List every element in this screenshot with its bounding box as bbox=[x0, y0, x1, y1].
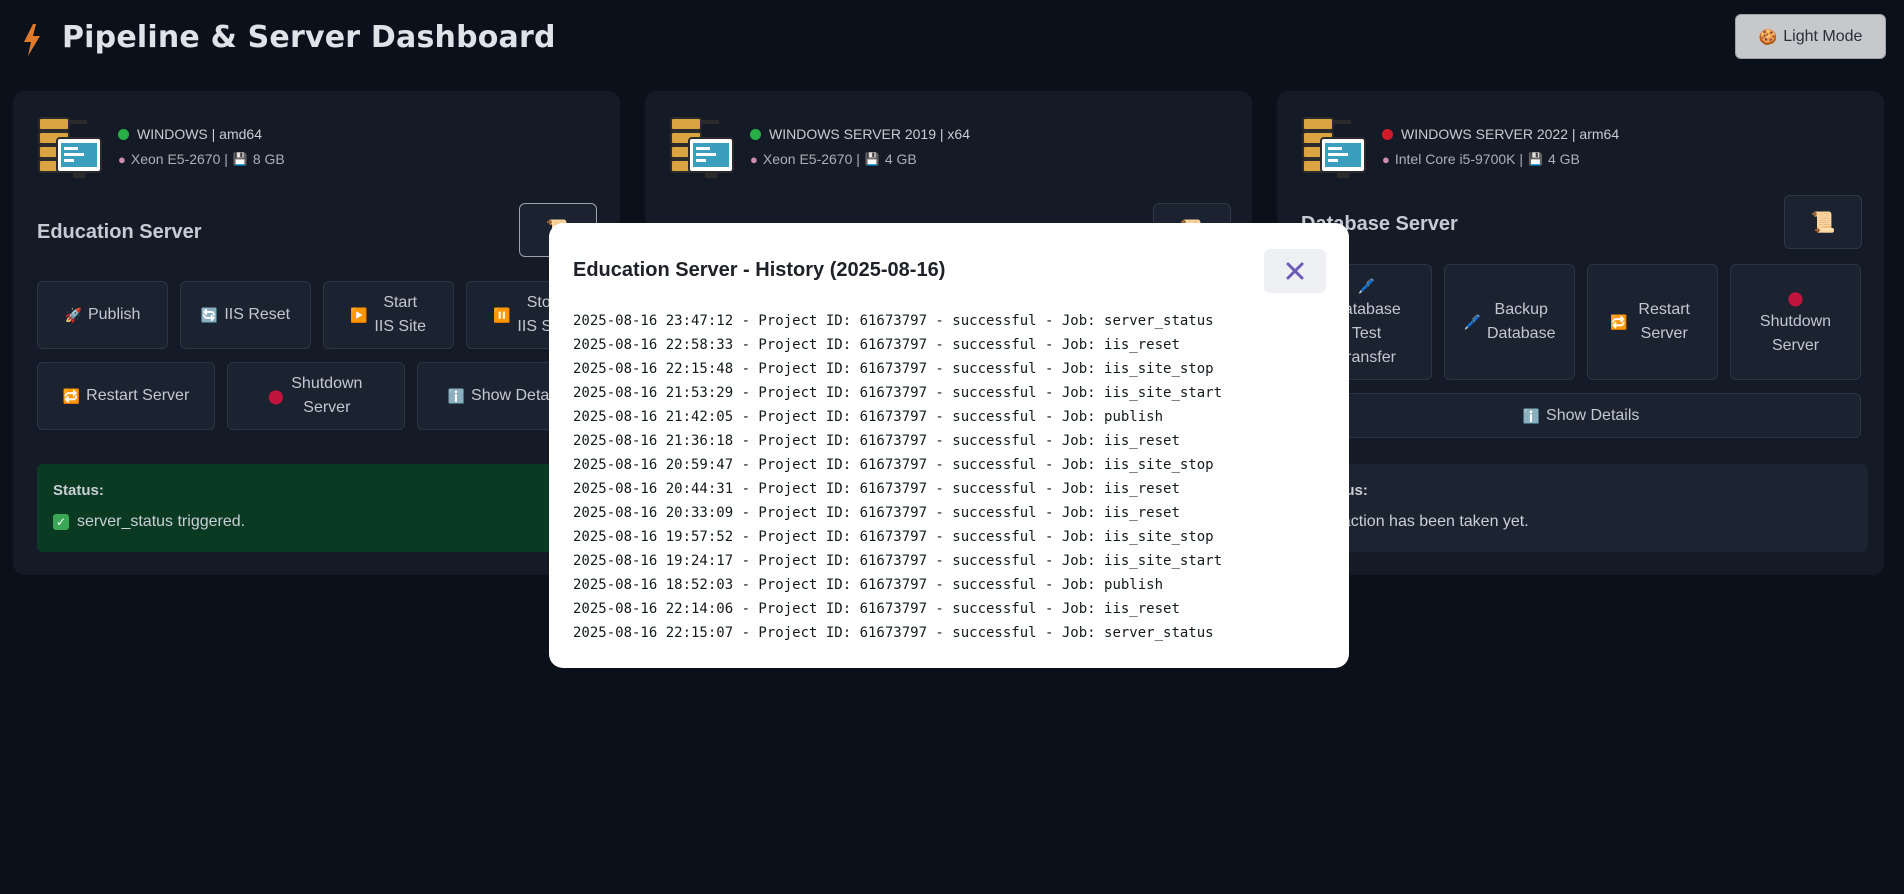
shutdown-server-label: Shutdown Server bbox=[291, 375, 363, 416]
show-details-label: Show Details bbox=[1546, 406, 1640, 424]
red-circle-icon: ⬤ bbox=[268, 388, 284, 404]
rocket-icon: 🚀 bbox=[64, 307, 82, 323]
light-mode-label: Light Mode bbox=[1783, 27, 1863, 45]
floppy-disk-icon: 💾 bbox=[864, 152, 880, 166]
history-entry: 2025-08-16 20:33:09 - Project ID: 616737… bbox=[573, 505, 1180, 521]
pen-icon: 🖊️ bbox=[1463, 314, 1481, 330]
close-icon bbox=[1286, 262, 1304, 280]
restart-icon: 🔁 bbox=[1610, 314, 1628, 330]
server-icon bbox=[1302, 117, 1366, 178]
server-icon bbox=[670, 117, 734, 178]
offline-status-dot bbox=[1382, 128, 1393, 140]
history-entry: 2025-08-16 20:44:31 - Project ID: 616737… bbox=[573, 481, 1180, 497]
publish-button[interactable]: 🚀 Publish bbox=[37, 281, 168, 349]
close-button[interactable] bbox=[1264, 249, 1326, 293]
restart-icon: 🔁 bbox=[62, 388, 81, 404]
shutdown-server-label: Shutdown Server bbox=[1759, 313, 1832, 354]
restart-server-label: Restart Server bbox=[86, 387, 190, 404]
status-panel: Status: ✓ server_status triggered. bbox=[37, 464, 604, 552]
history-button[interactable]: 📜 bbox=[1784, 195, 1862, 249]
history-entry: 2025-08-16 18:52:03 - Project ID: 616737… bbox=[573, 577, 1164, 593]
floppy-disk-icon: 💾 bbox=[232, 152, 248, 166]
hardware-info: ● Intel Core i5-9700K | 💾 4 GB bbox=[1382, 151, 1580, 167]
hardware-info: ● Xeon E5-2670 | 💾 4 GB bbox=[750, 151, 917, 167]
online-status-dot bbox=[118, 128, 129, 140]
show-details-button[interactable]: ℹ️ Show Details bbox=[1301, 393, 1861, 438]
history-log: 2025-08-16 23:47:12 - Project ID: 616737… bbox=[573, 309, 1333, 645]
history-modal: Education Server - History (2025-08-16) … bbox=[549, 223, 1349, 668]
checkmark-icon: ✓ bbox=[53, 514, 69, 530]
scroll-icon: 📜 bbox=[1810, 211, 1836, 234]
ram-label: 4 GB bbox=[884, 151, 917, 167]
restart-server-button[interactable]: 🔁 Restart Server bbox=[1587, 264, 1718, 380]
cpu-label: Xeon E5-2670 | bbox=[130, 151, 228, 167]
history-entry: 2025-08-16 21:42:05 - Project ID: 616737… bbox=[573, 409, 1164, 425]
status-panel: Status: No action has been taken yet. bbox=[1301, 464, 1868, 552]
backup-database-label: Backup Database bbox=[1486, 301, 1556, 342]
lightning-bolt-icon bbox=[24, 24, 40, 56]
server-name: Education Server bbox=[37, 221, 202, 243]
online-status-dot bbox=[750, 128, 761, 140]
info-icon: ℹ️ bbox=[1522, 407, 1541, 424]
history-entry: 2025-08-16 21:53:29 - Project ID: 616737… bbox=[573, 385, 1223, 401]
pause-icon: ⏸️ bbox=[493, 307, 511, 323]
shutdown-server-button[interactable]: ⬤ Shutdown Server bbox=[1730, 264, 1861, 380]
start-iis-site-label: Start IIS Site bbox=[374, 294, 426, 335]
os-info: WINDOWS SERVER 2019 | x64 bbox=[750, 126, 970, 142]
modal-title: Education Server - History (2025-08-16) bbox=[573, 259, 946, 281]
status-message-text: server_status triggered. bbox=[77, 513, 246, 530]
header: Pipeline & Server Dashboard 🍪 Light Mode bbox=[0, 0, 1904, 78]
os-label: WINDOWS SERVER 2022 | arm64 bbox=[1401, 126, 1620, 142]
cookie-icon: 🍪 bbox=[1758, 28, 1778, 46]
red-circle-icon: ⬤ bbox=[1787, 290, 1804, 306]
light-mode-toggle-button[interactable]: 🍪 Light Mode bbox=[1735, 14, 1886, 59]
server-card-education: WINDOWS | amd64 ● Xeon E5-2670 | 💾 8 GB … bbox=[13, 91, 620, 575]
iis-reset-button[interactable]: 🔄 IIS Reset bbox=[180, 281, 311, 349]
server-icon bbox=[38, 117, 102, 178]
refresh-icon: 🔄 bbox=[200, 307, 219, 323]
pen-icon: 🖊️ bbox=[1357, 278, 1376, 294]
publish-label: Publish bbox=[87, 306, 141, 323]
iis-reset-label: IIS Reset bbox=[224, 306, 291, 323]
history-entry: 2025-08-16 19:57:52 - Project ID: 616737… bbox=[573, 529, 1214, 545]
os-info: WINDOWS | amd64 bbox=[118, 126, 262, 142]
brain-icon: ● bbox=[750, 151, 758, 167]
restart-server-button[interactable]: 🔁 Restart Server bbox=[37, 362, 215, 430]
start-iis-site-button[interactable]: ▶️ Start IIS Site bbox=[323, 281, 454, 349]
restart-server-label: Restart Server bbox=[1638, 301, 1690, 342]
history-entry: 2025-08-16 23:47:12 - Project ID: 616737… bbox=[573, 313, 1214, 329]
play-icon: ▶️ bbox=[350, 307, 368, 323]
ram-label: 8 GB bbox=[252, 151, 285, 167]
backup-database-button[interactable]: 🖊️ Backup Database bbox=[1444, 264, 1575, 380]
history-entry: 2025-08-16 22:15:48 - Project ID: 616737… bbox=[573, 361, 1214, 377]
os-label: WINDOWS | amd64 bbox=[137, 126, 262, 142]
shutdown-server-button[interactable]: ⬤ Shutdown Server bbox=[227, 362, 405, 430]
cpu-label: Xeon E5-2670 | bbox=[762, 151, 860, 167]
ram-label: 4 GB bbox=[1547, 151, 1580, 167]
status-message: ✓ server_status triggered. bbox=[53, 513, 588, 531]
brain-icon: ● bbox=[1382, 151, 1390, 167]
floppy-disk-icon: 💾 bbox=[1528, 152, 1543, 166]
history-entry: 2025-08-16 19:24:17 - Project ID: 616737… bbox=[573, 553, 1223, 569]
cpu-label: Intel Core i5-9700K | bbox=[1394, 151, 1524, 167]
brain-icon: ● bbox=[118, 151, 126, 167]
page-title: Pipeline & Server Dashboard bbox=[62, 20, 556, 55]
history-entry: 2025-08-16 22:14:06 - Project ID: 616737… bbox=[573, 601, 1180, 617]
info-icon: ℹ️ bbox=[447, 388, 466, 404]
os-info: WINDOWS SERVER 2022 | arm64 bbox=[1382, 126, 1619, 142]
status-label: Status: bbox=[1317, 482, 1852, 499]
history-entry: 2025-08-16 22:15:07 - Project ID: 616737… bbox=[573, 625, 1214, 641]
history-entry: 2025-08-16 21:36:18 - Project ID: 616737… bbox=[573, 433, 1180, 449]
server-card-database: WINDOWS SERVER 2022 | arm64 ● Intel Core… bbox=[1277, 91, 1884, 575]
hardware-info: ● Xeon E5-2670 | 💾 8 GB bbox=[118, 151, 285, 167]
history-entry: 2025-08-16 20:59:47 - Project ID: 616737… bbox=[573, 457, 1214, 473]
os-label: WINDOWS SERVER 2019 | x64 bbox=[769, 126, 970, 142]
status-message: No action has been taken yet. bbox=[1317, 513, 1852, 531]
status-label: Status: bbox=[53, 482, 104, 499]
history-entry: 2025-08-16 22:58:33 - Project ID: 616737… bbox=[573, 337, 1180, 353]
